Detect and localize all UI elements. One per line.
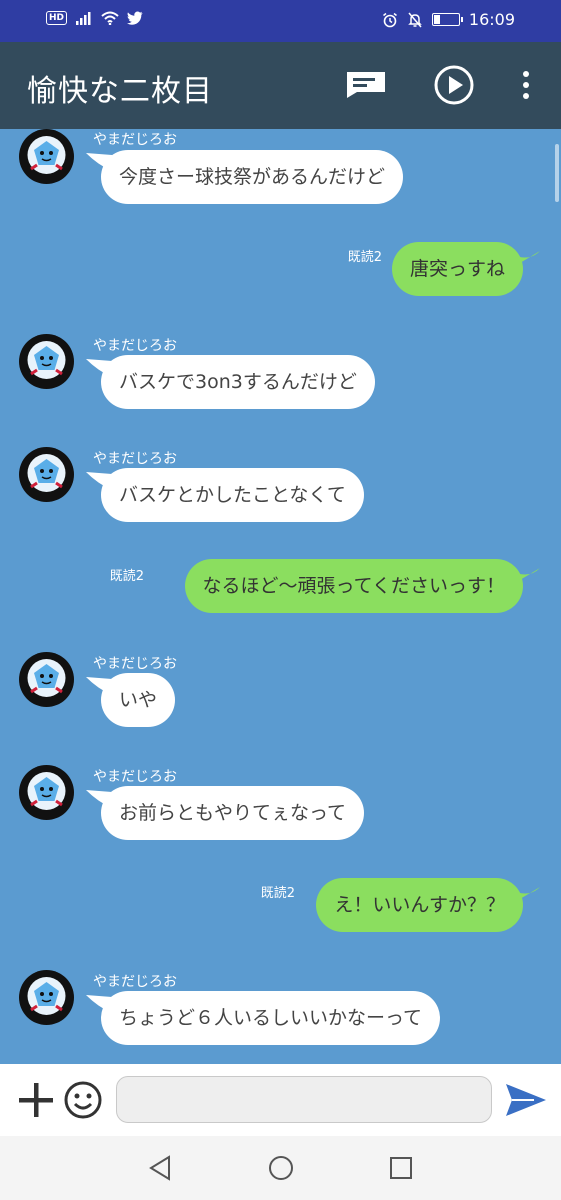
play-icon[interactable]: [433, 64, 475, 110]
status-right: 16:09: [382, 10, 515, 29]
clock-time: 16:09: [468, 10, 515, 29]
read-receipt: 既読2: [260, 886, 295, 901]
message-bubble[interactable]: バスケとかしたことなくて: [101, 468, 364, 522]
message-bubble[interactable]: 今度さー球技祭があるんだけど: [101, 150, 404, 204]
back-icon[interactable]: [147, 1154, 175, 1182]
sender-name: やまだじろお: [93, 451, 177, 467]
chat-area[interactable]: やまだじろお 今度さー球技祭があるんだけど 既読2 唐突っすね やまだじろお バ…: [0, 129, 561, 1064]
emoji-icon[interactable]: [63, 1080, 103, 1120]
read-receipt: 既読2: [109, 569, 144, 584]
message-bubble[interactable]: え！いいんすか？？: [316, 878, 523, 932]
alarm-icon: [382, 12, 397, 27]
battery-icon: [431, 13, 463, 26]
message-bubble[interactable]: ちょうど６人いるしいいかなーって: [101, 991, 441, 1045]
hd-icon: HD: [46, 11, 68, 25]
send-icon[interactable]: [504, 1080, 548, 1120]
message-input-bar: [0, 1064, 561, 1136]
plus-icon[interactable]: [16, 1080, 56, 1120]
read-receipt: 既読2: [347, 250, 382, 265]
twitter-icon: [127, 11, 143, 25]
avatar[interactable]: [19, 334, 74, 389]
message-bubble[interactable]: いや: [101, 673, 176, 727]
avatar[interactable]: [19, 652, 74, 707]
status-bar: HD 16:09: [0, 0, 561, 42]
sender-name: やまだじろお: [93, 974, 177, 990]
sender-name: やまだじろお: [93, 769, 177, 785]
avatar[interactable]: [19, 765, 74, 820]
scrollbar[interactable]: [555, 144, 559, 202]
message-bubble[interactable]: 唐突っすね: [391, 242, 523, 296]
sender-name: やまだじろお: [93, 656, 177, 672]
avatar[interactable]: [19, 129, 74, 184]
system-nav-bar: [0, 1136, 561, 1200]
message-input[interactable]: [116, 1076, 492, 1123]
more-vert-icon[interactable]: [518, 64, 534, 110]
chat-bubble-icon[interactable]: [343, 64, 389, 108]
wifi-icon: [101, 11, 119, 25]
avatar[interactable]: [19, 970, 74, 1025]
notifications-off-icon: [408, 12, 422, 27]
avatar[interactable]: [19, 447, 74, 502]
message-bubble[interactable]: なるほど～頑張ってくださいっす！: [184, 559, 523, 613]
status-left: HD: [46, 11, 143, 25]
sender-name: やまだじろお: [93, 132, 177, 148]
home-icon[interactable]: [267, 1154, 295, 1182]
message-bubble[interactable]: バスケで3on3するんだけど: [101, 355, 375, 409]
sender-name: やまだじろお: [93, 338, 177, 354]
chat-title: 愉快な二枚目: [27, 74, 213, 109]
app-bar: 愉快な二枚目: [0, 42, 561, 129]
message-bubble[interactable]: お前らともやりてぇなって: [101, 786, 365, 840]
signal-icon: [76, 12, 91, 25]
recents-icon[interactable]: [387, 1154, 415, 1182]
